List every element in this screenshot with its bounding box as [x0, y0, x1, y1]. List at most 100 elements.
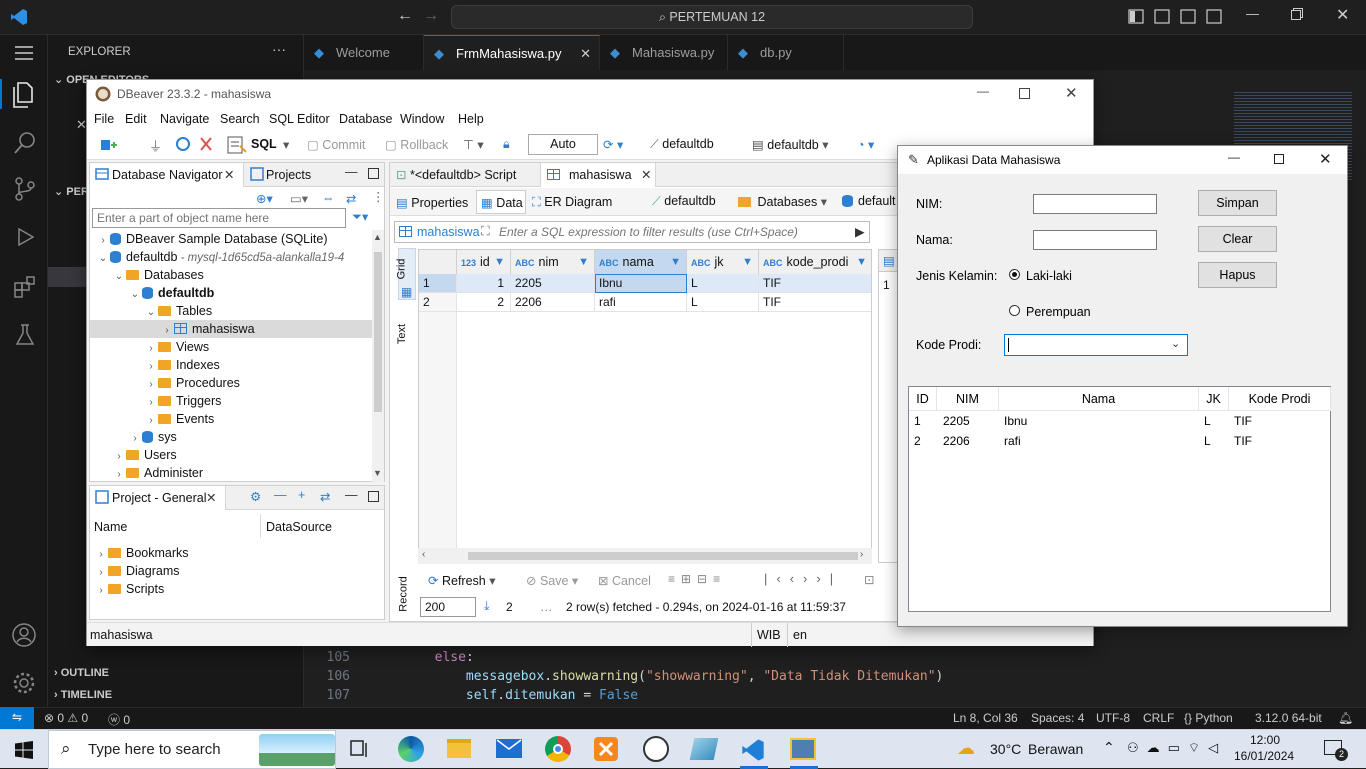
history-icon[interactable]: ⟳ ▾: [603, 137, 623, 152]
grid-cell-nama[interactable]: Ibnu: [595, 274, 687, 293]
tab-projects[interactable]: Projects: [248, 163, 344, 187]
project-item[interactable]: › Diagrams: [94, 562, 179, 580]
taskbar-search-box[interactable]: ⌕ Type here to search: [48, 730, 336, 769]
active-schema-selector[interactable]: ▤ defaultdb ▾: [752, 137, 829, 152]
panels-icon[interactable]: ⊡: [864, 572, 874, 587]
breadcrumb-databases[interactable]: Databases ▾: [738, 194, 827, 209]
edit-row-icons[interactable]: ≡⊞⊟≡: [668, 572, 726, 586]
tree-row[interactable]: 1 2205 Ibnu L TIF: [909, 411, 1330, 431]
navigator-tree-item[interactable]: › Procedures: [90, 374, 372, 392]
editor-tab[interactable]: ◆ db.py: [728, 35, 844, 70]
explorer-icon[interactable]: [12, 82, 36, 108]
remote-icon[interactable]: ⇋: [0, 707, 34, 729]
save-button[interactable]: ⊘ Save ▾: [526, 573, 578, 588]
reconnect-icon[interactable]: [175, 136, 191, 152]
layout-toggle-icons[interactable]: [1128, 9, 1223, 25]
interpreter-status[interactable]: 3.12.0 64-bit: [1255, 711, 1322, 725]
grid-cell-kode_prodi[interactable]: TIF: [759, 274, 871, 293]
refresh-button[interactable]: ⟳ Refresh ▾: [428, 573, 496, 588]
grid-column-header[interactable]: ABC nim ▼: [511, 250, 595, 274]
python-app-icon[interactable]: [790, 738, 816, 760]
filter-icon[interactable]: ⏷▾: [352, 209, 368, 225]
editor-tab[interactable]: ◆ FrmMahasiswa.py ✕: [424, 35, 600, 70]
extensions-icon[interactable]: [13, 275, 37, 299]
cursor-position[interactable]: Ln 8, Col 36: [953, 711, 1018, 725]
filter-expression-input[interactable]: [499, 223, 847, 241]
navigator-tree-item[interactable]: ⌄ defaultdb - mysql-1d65cd5a-alankalla19-…: [90, 248, 372, 266]
breadcrumb-defaultdb[interactable]: ⟋ defaultdb: [652, 194, 716, 209]
weather-temperature[interactable]: 30°C: [990, 741, 1021, 757]
selected-file-row[interactable]: [48, 267, 86, 287]
navigator-scrollbar[interactable]: ▲ ▼: [372, 230, 384, 482]
weather-cloud-icon[interactable]: ☁: [957, 738, 975, 759]
menu-help[interactable]: Help: [458, 112, 484, 126]
tab-script[interactable]: ⊡ *<defaultdb> Script: [396, 167, 516, 182]
subtab-data[interactable]: ▦ Data: [476, 190, 526, 214]
tree-column-header[interactable]: Kode Prodi: [1229, 387, 1331, 411]
project-col-name[interactable]: Name: [94, 520, 127, 534]
nim-input[interactable]: [1033, 194, 1157, 214]
configure-icon[interactable]: ⚙: [250, 489, 261, 504]
tray-expand-icon[interactable]: ⌃: [1103, 739, 1115, 756]
indentation-status[interactable]: Spaces: 4: [1031, 711, 1084, 725]
navigator-tree-item[interactable]: › Views: [90, 338, 372, 356]
ports-status[interactable]: ⓦ 0: [108, 711, 130, 728]
grid-row-number[interactable]: 1: [419, 274, 457, 293]
tab-project-general[interactable]: Project - General ✕: [90, 486, 226, 510]
navigator-tree-item[interactable]: › sys: [90, 428, 372, 446]
collapse-all-icon[interactable]: ⇔: [322, 191, 335, 205]
grid-cell-id[interactable]: 2: [457, 293, 511, 312]
navigator-filter-input[interactable]: [92, 208, 346, 228]
sql-editor-icon[interactable]: [227, 136, 247, 154]
vscode-taskbar-icon[interactable]: [741, 738, 765, 762]
eol-status[interactable]: CRLF: [1143, 711, 1174, 725]
chevron-down-icon[interactable]: ⌄: [1171, 337, 1180, 350]
project-item[interactable]: › Bookmarks: [94, 544, 188, 562]
sql-button[interactable]: SQL: [251, 137, 277, 151]
minimize-panel-icon[interactable]: —: [345, 488, 358, 502]
sort-dropdown-icon[interactable]: ▼: [670, 250, 681, 274]
clock-time[interactable]: 12:00: [1250, 733, 1280, 747]
navigation-icons[interactable]: |‹‹››|: [764, 571, 842, 586]
account-icon[interactable]: [12, 623, 36, 647]
status-timezone[interactable]: WIB: [757, 628, 781, 642]
chevron-right-icon[interactable]: ›: [112, 466, 126, 482]
menu-database[interactable]: Database: [339, 112, 393, 126]
minimize-icon[interactable]: —: [1246, 6, 1259, 21]
settings-gear-icon[interactable]: [12, 671, 36, 695]
minimize-panel-icon[interactable]: —: [345, 165, 358, 179]
side-tab-grid[interactable]: Grid ▦: [395, 248, 416, 300]
grid-column-header[interactable]: ABC jk ▼: [687, 250, 759, 274]
navigator-tree-item[interactable]: › Indexes: [90, 356, 372, 374]
testing-icon[interactable]: [14, 323, 36, 347]
tree-column-header[interactable]: ID: [909, 387, 937, 411]
close-tab-icon[interactable]: ✕: [224, 167, 234, 182]
navigator-tree-item[interactable]: › Administer: [90, 464, 372, 482]
windows-start-icon[interactable]: [15, 741, 33, 759]
grid-cell-nim[interactable]: 2205: [511, 274, 595, 293]
transaction-mode-icon[interactable]: ⊤ ▾: [463, 137, 484, 152]
nama-input[interactable]: [1033, 230, 1157, 250]
tray-icons[interactable]: ⚇☁▭⌔◁: [1127, 740, 1226, 756]
command-center-search[interactable]: ⌕ PERTEMUAN 12: [451, 5, 973, 29]
notepad-icon[interactable]: [689, 738, 719, 760]
grid-cell-id[interactable]: 1: [457, 274, 511, 293]
grid-cell-jk[interactable]: L: [687, 293, 759, 312]
fetch-next-icon[interactable]: ⤓: [484, 599, 490, 614]
active-datasource-selector[interactable]: ⟋ defaultdb: [650, 137, 714, 152]
task-view-icon[interactable]: [350, 740, 370, 758]
transaction-mode-field[interactable]: Auto: [528, 134, 598, 155]
kode-prodi-combobox[interactable]: ⌄: [1004, 334, 1188, 356]
expand-filter-icon[interactable]: ⛶: [481, 224, 490, 239]
navigator-tree-item[interactable]: › Events: [90, 410, 372, 428]
close-icon[interactable]: ✕: [1319, 150, 1332, 168]
menu-window[interactable]: Window: [400, 112, 444, 126]
tree-column-header[interactable]: Nama: [999, 387, 1199, 411]
disconnect-icon[interactable]: [199, 136, 213, 152]
dashboard-icon[interactable]: ◔ ▾: [857, 137, 874, 152]
connect-icon[interactable]: ⏚: [149, 136, 162, 155]
menu-edit[interactable]: Edit: [125, 112, 147, 126]
weather-description[interactable]: Berawan: [1028, 741, 1083, 757]
close-tab-icon[interactable]: ✕: [206, 490, 216, 505]
status-locale[interactable]: en: [793, 628, 807, 642]
